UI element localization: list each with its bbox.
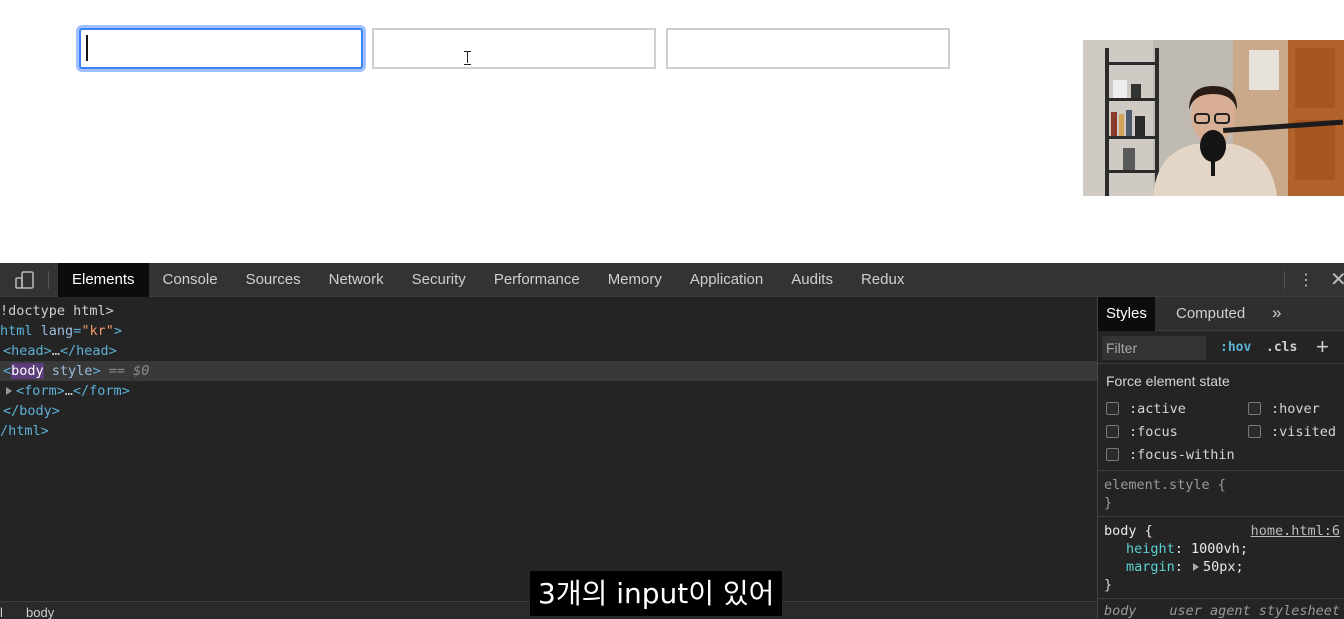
rule-body[interactable]: body { home.html:6 height: 1000vh; margi… [1098, 519, 1344, 599]
html-attr-name: lang [40, 323, 74, 339]
tree-node-form[interactable]: <form>…</form> [0, 381, 1098, 401]
breadcrumb-item-body[interactable]: body [26, 605, 54, 619]
text-caret [86, 35, 88, 61]
state-visited[interactable]: :visited [1248, 424, 1336, 440]
state-focus-within[interactable]: :focus-within [1106, 447, 1235, 463]
rule-user-agent[interactable]: body user agent stylesheet [1098, 601, 1344, 619]
declaration-margin[interactable]: margin: 50px; [1126, 559, 1244, 575]
state-active-label: :active [1129, 401, 1186, 417]
state-focus-label: :focus [1129, 424, 1178, 440]
selected-node-marker: == $0 [108, 363, 150, 379]
tab-network[interactable]: Network [315, 263, 398, 297]
devtools-panel: Elements Console Sources Network Securit… [0, 263, 1344, 619]
head-open-tag: <head> [3, 343, 52, 359]
styles-filter-row: :hov .cls + [1098, 332, 1344, 364]
checkbox-focus[interactable] [1106, 425, 1119, 438]
tabbar-separator [48, 271, 49, 289]
styles-filter-input[interactable] [1102, 336, 1206, 360]
element-style-selector: element.style { [1104, 477, 1226, 493]
tab-application[interactable]: Application [676, 263, 777, 297]
tab-redux[interactable]: Redux [847, 263, 918, 297]
body-rule-close: } [1104, 577, 1113, 593]
tab-sources[interactable]: Sources [232, 263, 315, 297]
checkbox-focus-within[interactable] [1106, 448, 1119, 461]
webcam-image [1083, 40, 1344, 196]
head-ellipsis: … [51, 343, 60, 359]
video-subtitle: 3개의 input이 있어 [530, 571, 783, 616]
tree-node-body-close[interactable]: </body> [0, 401, 1098, 421]
state-focus[interactable]: :focus [1106, 424, 1178, 440]
hov-button[interactable]: :hov [1220, 340, 1251, 355]
doctype-text: !doctype html> [0, 303, 114, 319]
body-close-tag: </body> [3, 403, 60, 419]
body-rule-open: { [1144, 523, 1153, 539]
tab-audits[interactable]: Audits [777, 263, 847, 297]
ibeam-cursor-icon [464, 51, 471, 65]
elements-tree: !doctype html> html lang="kr"> <head>…</… [0, 298, 1098, 602]
state-focus-within-label: :focus-within [1129, 447, 1235, 463]
force-state-title: Force element state [1106, 373, 1230, 389]
tab-computed[interactable]: Computed [1168, 297, 1253, 331]
tab-console[interactable]: Console [149, 263, 232, 297]
declaration-height[interactable]: height: 1000vh; [1126, 541, 1248, 557]
body-tag: body [11, 363, 44, 379]
body-rule-selector: body [1104, 523, 1137, 539]
ua-rule-selector: body [1104, 603, 1137, 619]
breadcrumb-item-html[interactable]: l [0, 605, 3, 619]
kebab-menu-icon[interactable]: ⋮ [1297, 272, 1315, 290]
tree-node-body[interactable]: <body style> == $0 [0, 361, 1098, 381]
text-input-1[interactable] [79, 28, 363, 69]
form-ellipsis: … [64, 383, 73, 399]
body-attr-name: style [51, 363, 93, 379]
tree-node-html-close[interactable]: /html> [0, 421, 1098, 441]
html-attr-value: "kr" [81, 323, 114, 339]
device-toolbar-icon[interactable] [14, 270, 36, 290]
state-hover-label: :hover [1271, 401, 1320, 417]
element-style-close: } [1104, 495, 1113, 511]
tree-node-html[interactable]: html lang="kr"> [0, 321, 1098, 341]
tab-performance[interactable]: Performance [480, 263, 594, 297]
tab-styles[interactable]: Styles [1098, 297, 1155, 331]
devtools-tabbar: Elements Console Sources Network Securit… [0, 263, 1344, 297]
tab-elements[interactable]: Elements [58, 263, 149, 297]
force-state-section: Force element state :active :hover :focu… [1098, 365, 1344, 471]
tab-memory[interactable]: Memory [594, 263, 676, 297]
tree-node-doctype[interactable]: !doctype html> [0, 301, 1098, 321]
text-input-3[interactable] [666, 28, 950, 69]
checkbox-active[interactable] [1106, 402, 1119, 415]
state-visited-label: :visited [1271, 424, 1337, 440]
prop-height: height [1126, 541, 1175, 557]
cls-button[interactable]: .cls [1266, 340, 1297, 355]
tab-security[interactable]: Security [398, 263, 480, 297]
head-close-tag: </head> [59, 343, 117, 359]
expand-arrow-icon[interactable] [6, 387, 12, 395]
value-margin: 50px; [1203, 559, 1244, 575]
tabbar-separator-right [1284, 271, 1285, 289]
form-open-tag: <form> [16, 383, 65, 399]
value-height: 1000vh; [1191, 541, 1248, 557]
checkbox-hover[interactable] [1248, 402, 1261, 415]
state-active[interactable]: :active [1106, 401, 1186, 417]
rule-element-style[interactable]: element.style { } [1098, 473, 1344, 517]
devtools-tabs: Elements Console Sources Network Securit… [58, 263, 918, 297]
html-tag: html [0, 323, 33, 339]
html-close-tag: /html> [0, 423, 49, 439]
webcam-overlay [1083, 40, 1344, 196]
prop-margin: margin [1126, 559, 1175, 575]
expand-shorthand-icon[interactable] [1193, 563, 1200, 571]
close-icon[interactable]: ✕ [1330, 270, 1344, 290]
styles-subtabs: Styles Computed » [1098, 297, 1344, 331]
state-hover[interactable]: :hover [1248, 401, 1320, 417]
tree-node-head[interactable]: <head>…</head> [0, 341, 1098, 361]
more-tabs-icon[interactable]: » [1272, 297, 1281, 331]
checkbox-visited[interactable] [1248, 425, 1261, 438]
new-rule-plus-icon[interactable]: + [1316, 334, 1329, 360]
ua-stylesheet-label: user agent stylesheet [1169, 603, 1340, 619]
styles-pane: Styles Computed » :hov .cls + Force elem… [1098, 297, 1344, 619]
form-close-tag: </form> [72, 383, 130, 399]
body-rule-source-link[interactable]: home.html:6 [1251, 523, 1340, 539]
text-input-2[interactable] [372, 28, 656, 69]
